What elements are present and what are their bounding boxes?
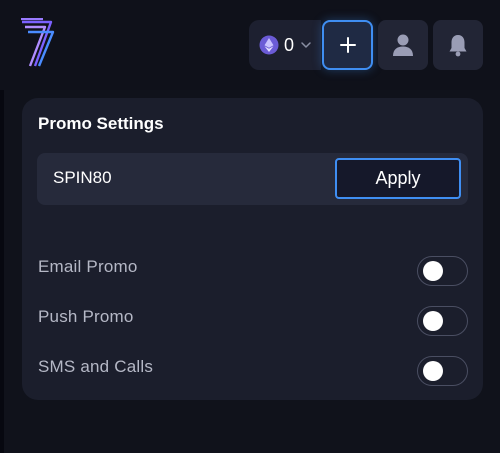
toggle-knob: [423, 361, 443, 381]
wallet-balance: 0: [284, 34, 295, 55]
plus-icon: [339, 37, 356, 53]
seven-logo-icon[interactable]: [19, 18, 59, 70]
toggle-knob: [423, 261, 443, 281]
sms-calls-label: SMS and Calls: [38, 357, 154, 376]
email-promo-label: Email Promo: [38, 257, 138, 276]
page: 0 Promo Settings SPIN80 Apply Email Prom…: [0, 0, 500, 453]
email-promo-toggle[interactable]: [417, 256, 468, 286]
bell-icon: [449, 35, 467, 57]
push-promo-toggle[interactable]: [417, 306, 468, 336]
sms-calls-toggle[interactable]: [417, 356, 468, 386]
header: 0: [0, 0, 500, 90]
wallet-selector[interactable]: 0: [249, 20, 321, 70]
toggle-knob: [423, 311, 443, 331]
notifications-button[interactable]: [433, 20, 483, 70]
card-title: Promo Settings: [38, 114, 164, 133]
user-icon: [393, 34, 413, 56]
promo-code-value[interactable]: SPIN80: [53, 168, 112, 188]
apply-button[interactable]: Apply: [335, 158, 461, 199]
add-funds-button[interactable]: [322, 20, 373, 70]
chevron-down-icon: [301, 42, 311, 48]
profile-button[interactable]: [378, 20, 428, 70]
push-promo-label: Push Promo: [38, 307, 134, 326]
promo-settings-card: Promo Settings SPIN80 Apply Email Promo …: [22, 98, 483, 400]
promo-code-row: SPIN80 Apply: [37, 153, 468, 205]
ethereum-icon: [259, 35, 279, 55]
